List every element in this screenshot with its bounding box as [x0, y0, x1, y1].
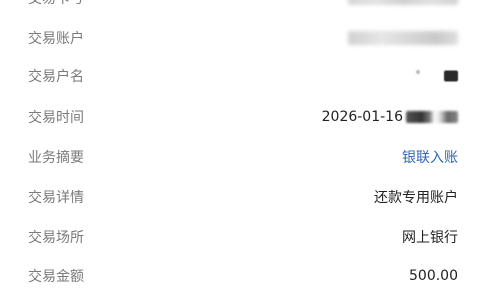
- venue-value: 网上银行: [402, 230, 458, 246]
- card-number-label: 交易卡号: [28, 0, 84, 8]
- time-label: 交易时间: [28, 110, 84, 126]
- row-details: 交易详情 还款专用账户: [0, 177, 480, 217]
- row-account: 交易账户: [0, 18, 480, 58]
- summary-label: 业务摘要: [28, 150, 84, 166]
- row-amount: 交易金额 500.00: [0, 256, 480, 296]
- venue-label: 交易场所: [28, 230, 84, 246]
- row-time: 交易时间 2026-01-16: [0, 97, 480, 137]
- account-name-label: 交易户名: [28, 69, 84, 85]
- account-name-masked-value: [444, 70, 458, 82]
- row-venue: 交易场所 网上银行: [0, 217, 480, 257]
- details-label: 交易详情: [28, 190, 84, 206]
- details-value: 还款专用账户: [374, 190, 458, 206]
- account-masked-value: [348, 31, 458, 45]
- row-card-number: 交易卡号: [0, 0, 480, 18]
- amount-label: 交易金额: [28, 269, 84, 285]
- amount-value: 500.00: [409, 268, 458, 284]
- row-summary: 业务摘要 银联入账: [0, 137, 480, 177]
- account-name-mask-dot: [416, 70, 420, 74]
- row-account-name: 交易户名: [0, 56, 480, 96]
- time-clock-masked: [406, 111, 458, 123]
- summary-link[interactable]: 银联入账: [402, 147, 458, 167]
- time-value: 2026-01-16: [322, 109, 458, 125]
- card-number-masked-value: [348, 0, 458, 5]
- transaction-detail-list: 交易卡号 交易账户 交易户名 交易时间 2026-01-16 业务摘要 银联入账…: [0, 0, 480, 300]
- time-date: 2026-01-16: [321, 109, 403, 125]
- account-label: 交易账户: [28, 31, 84, 47]
